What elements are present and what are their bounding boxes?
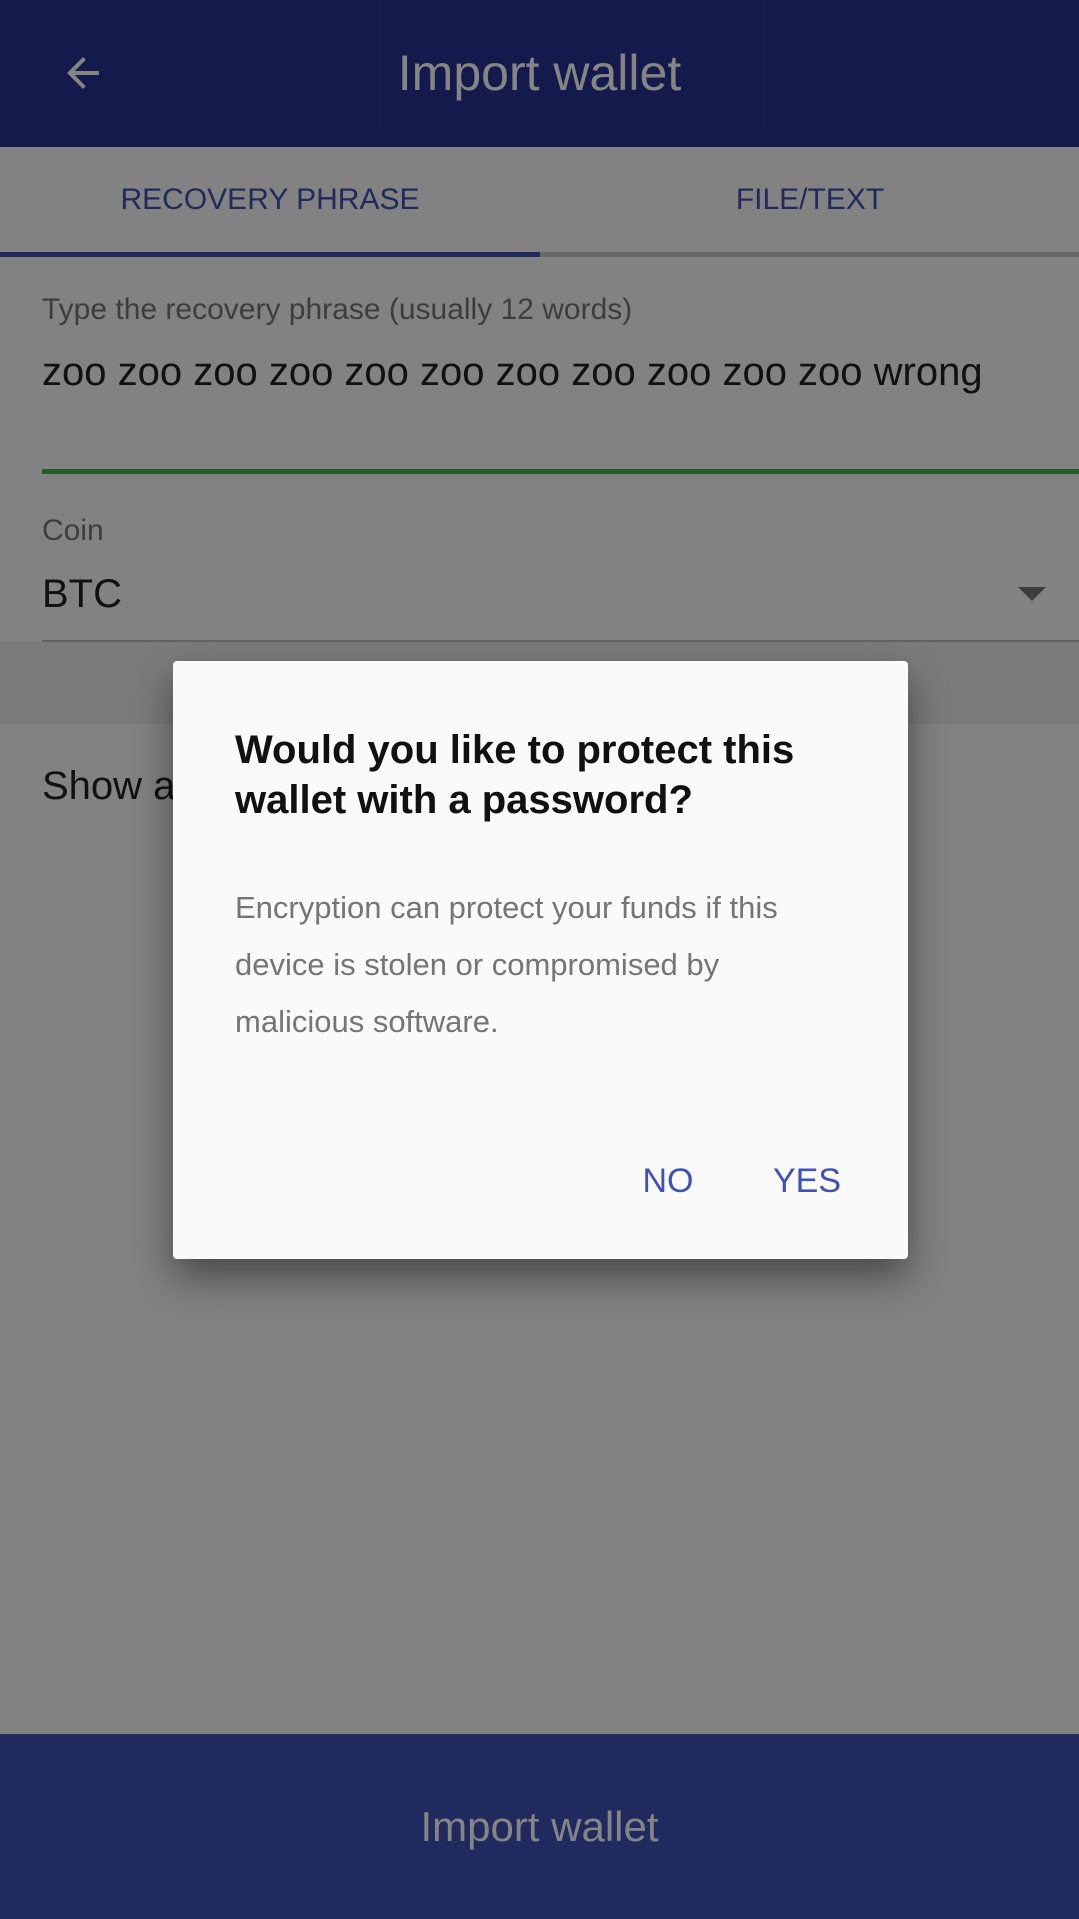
- dialog-message: Encryption can protect your funds if thi…: [235, 890, 778, 1039]
- yes-button[interactable]: YES: [767, 1151, 847, 1211]
- dialog-title: Would you like to protect this wallet wi…: [235, 728, 795, 822]
- no-button[interactable]: NO: [633, 1151, 703, 1211]
- password-dialog: Would you like to protect this wallet wi…: [173, 661, 908, 1259]
- import-wallet-screen: Import wallet RECOVERY PHRASE FILE/TEXT …: [0, 0, 1079, 1919]
